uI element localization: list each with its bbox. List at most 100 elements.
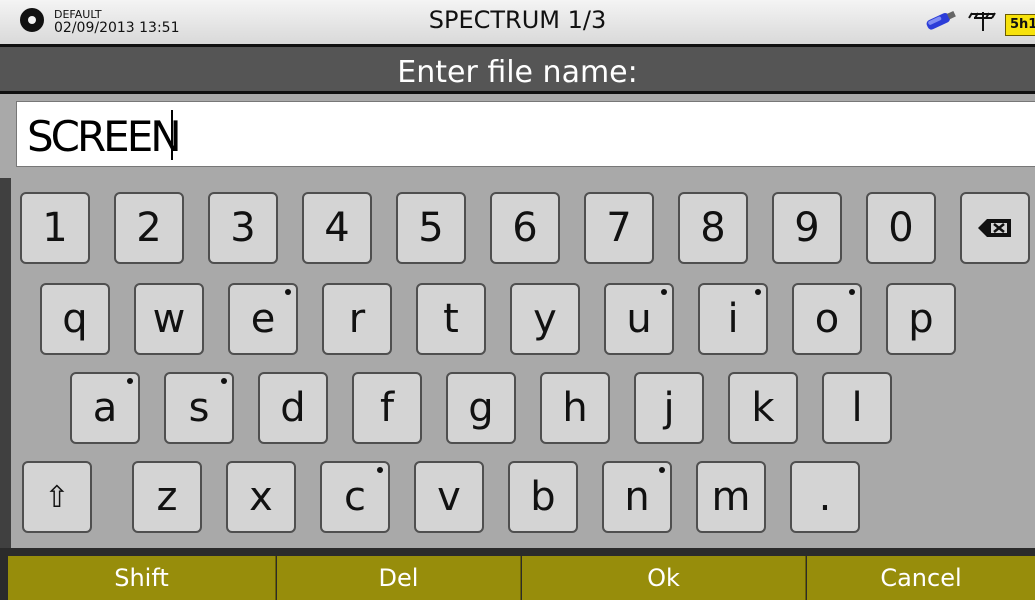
key-6[interactable]: 6 bbox=[490, 192, 560, 264]
key-4-label: 4 bbox=[324, 205, 350, 251]
key-g-label: g bbox=[468, 385, 494, 431]
file-name-input[interactable]: SCREEN bbox=[16, 101, 1035, 167]
prompt-text: Enter file name: bbox=[397, 55, 638, 90]
key-v[interactable]: v bbox=[414, 461, 484, 533]
key-u-label: u bbox=[626, 296, 652, 342]
key-x-label: x bbox=[249, 474, 273, 520]
accent-indicator-icon bbox=[127, 378, 133, 384]
key-6-label: 6 bbox=[512, 205, 538, 251]
key-4[interactable]: 4 bbox=[302, 192, 372, 264]
key-e-label: e bbox=[250, 296, 276, 342]
left-edge-panel bbox=[0, 178, 11, 548]
key-g[interactable]: g bbox=[446, 372, 516, 444]
key-p[interactable]: p bbox=[886, 283, 956, 355]
key-s-label: s bbox=[188, 385, 210, 431]
key-3[interactable]: 3 bbox=[208, 192, 278, 264]
ok-softkey[interactable]: Ok bbox=[522, 556, 806, 600]
key-7[interactable]: 7 bbox=[584, 192, 654, 264]
key-o[interactable]: o bbox=[792, 283, 862, 355]
accent-indicator-icon bbox=[221, 378, 227, 384]
prompt-bar: Enter file name: bbox=[0, 44, 1035, 94]
key-z-label: z bbox=[156, 474, 178, 520]
text-cursor bbox=[171, 110, 173, 160]
on-screen-keyboard: 1 2 3 4 5 6 7 8 9 0 q w e r t y u i o p a s d f g h j k l ⇧ z x c v b n m. bbox=[11, 178, 1035, 548]
battery-time-badge: 5h15 bbox=[1005, 14, 1035, 36]
status-bar: DEFAULT 02/09/2013 13:51 SPECTRUM 1/3 5h… bbox=[0, 0, 1035, 44]
key-8[interactable]: 8 bbox=[678, 192, 748, 264]
key-m-label: m bbox=[711, 474, 751, 520]
backspace-icon bbox=[978, 219, 1011, 237]
key-n[interactable]: n bbox=[602, 461, 672, 533]
shift-softkey[interactable]: Shift bbox=[8, 556, 276, 600]
antenna-signal-icon bbox=[968, 12, 996, 31]
key-u[interactable]: u bbox=[604, 283, 674, 355]
key-o-label: o bbox=[814, 296, 840, 342]
accent-indicator-icon bbox=[285, 289, 291, 295]
key-i[interactable]: i bbox=[698, 283, 768, 355]
backspace-key[interactable] bbox=[960, 192, 1030, 264]
shift-key[interactable]: ⇧ bbox=[22, 461, 92, 533]
key-c[interactable]: c bbox=[320, 461, 390, 533]
key-7-label: 7 bbox=[606, 205, 632, 251]
key-c-label: c bbox=[344, 474, 366, 520]
key-e[interactable]: e bbox=[228, 283, 298, 355]
key-b[interactable]: b bbox=[508, 461, 578, 533]
key-j[interactable]: j bbox=[634, 372, 704, 444]
accent-indicator-icon bbox=[661, 289, 667, 295]
key-i-label: i bbox=[727, 296, 739, 342]
key-k[interactable]: k bbox=[728, 372, 798, 444]
key-x[interactable]: x bbox=[226, 461, 296, 533]
key-a-label: a bbox=[92, 385, 118, 431]
accent-indicator-icon bbox=[755, 289, 761, 295]
softkey-bar: Shift Del Ok Cancel bbox=[0, 548, 1035, 600]
input-area: SCREEN bbox=[0, 94, 1035, 178]
usb-drive-icon bbox=[926, 10, 956, 30]
key-8-label: 8 bbox=[700, 205, 726, 251]
key-r[interactable]: r bbox=[322, 283, 392, 355]
key-y-label: y bbox=[533, 296, 557, 342]
key-q[interactable]: q bbox=[40, 283, 110, 355]
key-p-label: p bbox=[908, 296, 934, 342]
del-softkey[interactable]: Del bbox=[277, 556, 521, 600]
key-1[interactable]: 1 bbox=[20, 192, 90, 264]
key-a[interactable]: a bbox=[70, 372, 140, 444]
accent-indicator-icon bbox=[377, 467, 383, 473]
key-m[interactable]: m bbox=[696, 461, 766, 533]
key-2-label: 2 bbox=[136, 205, 162, 251]
key-t[interactable]: t bbox=[416, 283, 486, 355]
key-h[interactable]: h bbox=[540, 372, 610, 444]
key-9-label: 9 bbox=[794, 205, 820, 251]
key-j-label: j bbox=[663, 385, 675, 431]
key-2[interactable]: 2 bbox=[114, 192, 184, 264]
key-r-label: r bbox=[348, 296, 366, 342]
key-f[interactable]: f bbox=[352, 372, 422, 444]
key-s[interactable]: s bbox=[164, 372, 234, 444]
key-0[interactable]: 0 bbox=[866, 192, 936, 264]
cancel-softkey[interactable]: Cancel bbox=[807, 556, 1035, 600]
key-w[interactable]: w bbox=[134, 283, 204, 355]
key-w-label: w bbox=[152, 296, 186, 342]
key-5-label: 5 bbox=[418, 205, 444, 251]
key-h-label: h bbox=[562, 385, 588, 431]
key-5[interactable]: 5 bbox=[396, 192, 466, 264]
key-9[interactable]: 9 bbox=[772, 192, 842, 264]
key-q-label: q bbox=[62, 296, 88, 342]
key-b-label: b bbox=[530, 474, 556, 520]
key-d[interactable]: d bbox=[258, 372, 328, 444]
key-k-label: k bbox=[751, 385, 775, 431]
key-3-label: 3 bbox=[230, 205, 256, 251]
key-l[interactable]: l bbox=[822, 372, 892, 444]
file-name-value: SCREEN bbox=[27, 112, 182, 161]
key-l-label: l bbox=[851, 385, 863, 431]
shift-key-label: ⇧ bbox=[44, 479, 70, 515]
key-period-label: . bbox=[818, 474, 832, 520]
key-period[interactable]: . bbox=[790, 461, 860, 533]
key-0-label: 0 bbox=[888, 205, 914, 251]
screen-title: SPECTRUM 1/3 bbox=[428, 6, 607, 34]
accent-indicator-icon bbox=[659, 467, 665, 473]
key-z[interactable]: z bbox=[132, 461, 202, 533]
key-f-label: f bbox=[379, 385, 395, 431]
key-t-label: t bbox=[443, 296, 459, 342]
accent-indicator-icon bbox=[849, 289, 855, 295]
key-y[interactable]: y bbox=[510, 283, 580, 355]
